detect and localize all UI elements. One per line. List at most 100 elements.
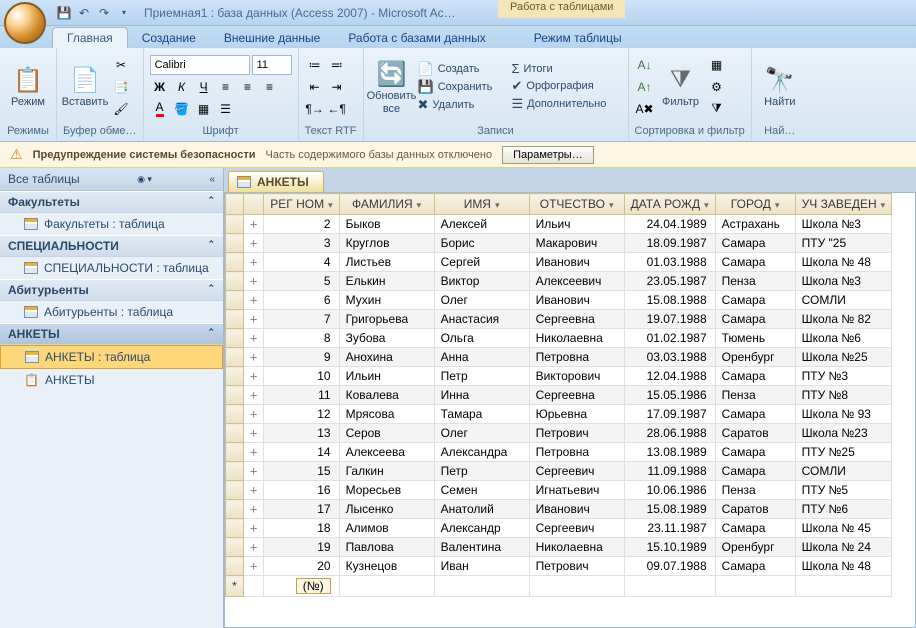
cell-reg[interactable]: 4 <box>264 253 339 272</box>
cell-fam[interactable]: Галкин <box>339 462 434 481</box>
cell-otch[interactable]: Иванович <box>529 253 624 272</box>
cell-imya[interactable]: Олег <box>434 291 529 310</box>
decrease-indent-icon[interactable]: ⇤ <box>305 77 325 97</box>
cell-otch[interactable]: Сергеевна <box>529 386 624 405</box>
cell-uz[interactable]: Школа № 48 <box>795 557 892 576</box>
cell-uz[interactable]: Школа № 45 <box>795 519 892 538</box>
column-dropdown-icon[interactable]: ▾ <box>775 200 780 210</box>
cell-imya[interactable]: Тамара <box>434 405 529 424</box>
cell-otch[interactable]: Петровна <box>529 348 624 367</box>
cell-imya[interactable]: Петр <box>434 462 529 481</box>
cell-dat[interactable]: 15.08.1988 <box>624 291 715 310</box>
expand-toggle[interactable]: + <box>244 348 264 367</box>
row-selector[interactable] <box>226 310 244 329</box>
cell-gor[interactable]: Самара <box>715 310 795 329</box>
cell-gor[interactable]: Самара <box>715 519 795 538</box>
cell-gor[interactable]: Самара <box>715 462 795 481</box>
increase-indent-icon[interactable]: ⇥ <box>327 77 347 97</box>
cell-uz[interactable]: ПТУ №3 <box>795 367 892 386</box>
row-selector[interactable] <box>226 215 244 234</box>
alt-row-icon[interactable]: ☰ <box>216 99 236 119</box>
align-left-icon[interactable]: ≡ <box>216 77 236 97</box>
cell-gor[interactable]: Пенза <box>715 272 795 291</box>
cell-imya[interactable]: Валентина <box>434 538 529 557</box>
cell-gor[interactable]: Саратов <box>715 424 795 443</box>
clear-sort-icon[interactable]: A✖ <box>635 99 655 119</box>
cell-dat[interactable]: 11.09.1988 <box>624 462 715 481</box>
navgroup-header[interactable]: СПЕЦИАЛЬНОСТИ⌃ <box>0 235 223 257</box>
cell-fam[interactable]: Мухин <box>339 291 434 310</box>
undo-icon[interactable]: ↶ <box>76 5 92 21</box>
navgroup-header[interactable]: Факультеты⌃ <box>0 191 223 213</box>
row-selector[interactable] <box>226 424 244 443</box>
navitem[interactable]: СПЕЦИАЛЬНОСТИ : таблица <box>0 257 223 279</box>
expand-toggle[interactable]: + <box>244 291 264 310</box>
cell-uz[interactable]: Школа №23 <box>795 424 892 443</box>
font-color-icon[interactable]: A <box>150 99 170 119</box>
cell-gor[interactable]: Пенза <box>715 386 795 405</box>
expand-toggle[interactable]: + <box>244 500 264 519</box>
save-record-button[interactable]: 💾Сохранить <box>418 79 508 95</box>
cell-reg[interactable]: 6 <box>264 291 339 310</box>
qat-dropdown-icon[interactable]: ▾ <box>116 5 132 21</box>
cell-dat[interactable]: 01.02.1987 <box>624 329 715 348</box>
cell-imya[interactable]: Сергей <box>434 253 529 272</box>
expand-toggle[interactable]: + <box>244 253 264 272</box>
navpane-collapse-icon[interactable]: « <box>209 174 215 185</box>
cell-uz[interactable]: Школа №25 <box>795 348 892 367</box>
column-header[interactable]: ОТЧЕСТВО▾ <box>529 194 624 215</box>
filter-button[interactable]: ⧩ Фильтр <box>659 62 703 110</box>
tab-table-mode[interactable]: Режим таблицы <box>520 28 636 48</box>
table-row[interactable]: + 4 Листьев Сергей Иванович 01.03.1988 С… <box>226 253 892 272</box>
cell-dat[interactable]: 15.08.1989 <box>624 500 715 519</box>
cell-dat[interactable]: 10.06.1986 <box>624 481 715 500</box>
cell-reg[interactable]: 7 <box>264 310 339 329</box>
row-selector[interactable] <box>226 329 244 348</box>
cell-dat[interactable]: 15.05.1986 <box>624 386 715 405</box>
table-row[interactable]: + 3 Круглов Борис Макарович 18.09.1987 С… <box>226 234 892 253</box>
cell-otch[interactable]: Иванович <box>529 500 624 519</box>
column-dropdown-icon[interactable]: ▾ <box>704 200 709 210</box>
cell-otch[interactable]: Ильич <box>529 215 624 234</box>
cell-fam[interactable]: Лысенко <box>339 500 434 519</box>
cell-imya[interactable]: Александра <box>434 443 529 462</box>
cell-dat[interactable]: 12.04.1988 <box>624 367 715 386</box>
cell-otch[interactable]: Сергеевич <box>529 462 624 481</box>
column-dropdown-icon[interactable]: ▾ <box>328 200 333 210</box>
cell-uz[interactable]: Школа № 24 <box>795 538 892 557</box>
cell-uz[interactable]: Школа № 48 <box>795 253 892 272</box>
align-right-icon[interactable]: ≡ <box>260 77 280 97</box>
row-selector[interactable] <box>226 500 244 519</box>
cell-uz[interactable]: ПТУ №6 <box>795 500 892 519</box>
cell-reg[interactable]: 14 <box>264 443 339 462</box>
cell-fam[interactable]: Григорьева <box>339 310 434 329</box>
cell-otch[interactable]: Сергеевна <box>529 310 624 329</box>
row-selector[interactable] <box>226 443 244 462</box>
cell-uz[interactable]: Школа №6 <box>795 329 892 348</box>
cell-imya[interactable]: Алексей <box>434 215 529 234</box>
table-row[interactable]: + 13 Серов Олег Петрович 28.06.1988 Сара… <box>226 424 892 443</box>
gridlines-icon[interactable]: ▦ <box>194 99 214 119</box>
cell-otch[interactable]: Викторович <box>529 367 624 386</box>
cell-imya[interactable]: Александр <box>434 519 529 538</box>
font-size-select[interactable] <box>252 55 292 75</box>
row-selector[interactable] <box>226 272 244 291</box>
cell-gor[interactable]: Самара <box>715 405 795 424</box>
cell-reg[interactable]: 20 <box>264 557 339 576</box>
format-painter-icon[interactable]: 🖌 <box>111 99 131 119</box>
refresh-all-button[interactable]: 🔄 Обновить все <box>370 56 414 116</box>
cell-uz[interactable]: СОМЛИ <box>795 462 892 481</box>
cell-reg[interactable]: 11 <box>264 386 339 405</box>
row-selector[interactable] <box>226 234 244 253</box>
table-row[interactable]: + 7 Григорьева Анастасия Сергеевна 19.07… <box>226 310 892 329</box>
cell-reg[interactable]: 13 <box>264 424 339 443</box>
table-row[interactable]: + 18 Алимов Александр Сергеевич 23.11.19… <box>226 519 892 538</box>
delete-record-button[interactable]: ✖Удалить <box>418 97 508 113</box>
navgroup-header[interactable]: АНКЕТЫ⌃ <box>0 323 223 345</box>
cell-reg[interactable]: 16 <box>264 481 339 500</box>
cell-gor[interactable]: Самара <box>715 253 795 272</box>
cell-uz[interactable]: СОМЛИ <box>795 291 892 310</box>
table-row[interactable]: + 6 Мухин Олег Иванович 15.08.1988 Самар… <box>226 291 892 310</box>
cell-imya[interactable]: Борис <box>434 234 529 253</box>
expand-toggle[interactable]: + <box>244 215 264 234</box>
